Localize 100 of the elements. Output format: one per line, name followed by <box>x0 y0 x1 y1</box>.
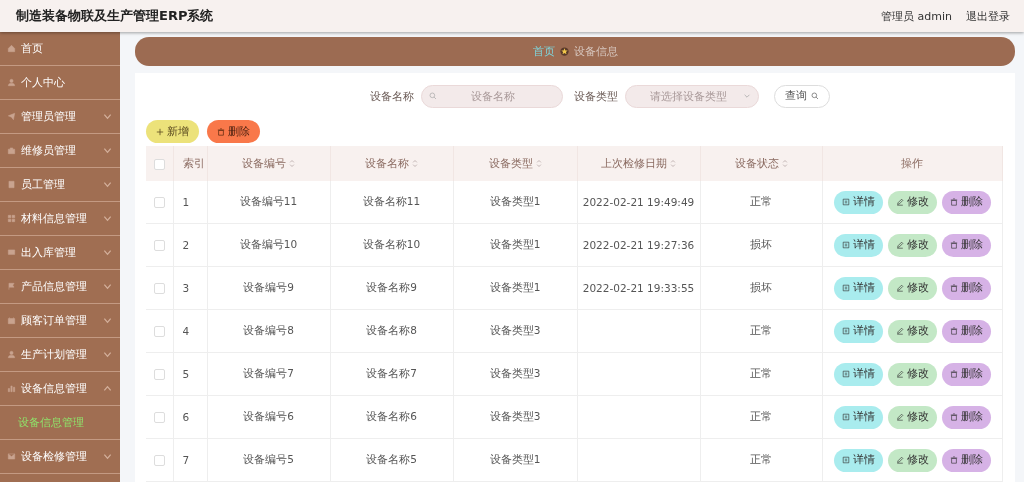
table-cell: 2 <box>182 239 190 251</box>
table-cell: 设备名称11 <box>362 195 421 207</box>
delete-button[interactable]: 删除 <box>941 448 991 472</box>
sort-icon <box>670 159 676 168</box>
sidebar-item[interactable]: 设备检修管理 <box>0 440 120 474</box>
column-header[interactable]: 设备编号 <box>242 156 295 171</box>
row-checkbox[interactable] <box>153 283 165 295</box>
trash-icon <box>949 327 958 335</box>
column-header[interactable]: 设备名称 <box>365 156 418 171</box>
edit-button[interactable]: 修改 <box>887 448 937 472</box>
row-checkbox[interactable] <box>153 240 165 252</box>
field-label: 设备名称 <box>370 88 414 104</box>
row-checkbox[interactable] <box>153 412 165 424</box>
delete-button[interactable]: 删除 <box>941 405 991 429</box>
sidebar-item[interactable]: 个人中心 <box>0 66 120 100</box>
table-cell: 4 <box>182 325 190 337</box>
table-cell: 设备名称7 <box>366 367 417 379</box>
chevron-icon <box>103 282 112 291</box>
table-cell: 2022-02-21 19:49:49 <box>582 196 695 208</box>
table-cell: 设备类型3 <box>489 410 541 422</box>
delete-button[interactable]: 删除 <box>941 276 991 300</box>
row-checkbox[interactable] <box>153 197 165 209</box>
sidebar-item[interactable]: 维修员管理 <box>0 134 120 168</box>
edit-button[interactable]: 修改 <box>887 319 937 343</box>
document-icon <box>841 413 850 421</box>
delete-button[interactable]: 删除 <box>941 190 991 214</box>
table-cell: 1 <box>182 196 190 208</box>
document-icon <box>841 241 850 249</box>
table-cell: 正常 <box>750 324 772 336</box>
details-button[interactable]: 详情 <box>833 448 883 472</box>
sort-icon <box>289 159 295 168</box>
edit-button[interactable]: 修改 <box>887 190 937 214</box>
select-field[interactable]: 请选择设备类型 <box>625 84 759 108</box>
table-cell: 损坏 <box>750 238 772 250</box>
delete-button[interactable]: 删除 <box>941 319 991 343</box>
search-icon <box>429 92 437 100</box>
trash-icon <box>949 413 958 421</box>
sidebar-item[interactable]: 管理员管理 <box>0 100 120 134</box>
trash-icon <box>949 370 958 378</box>
row-checkbox[interactable] <box>153 455 165 467</box>
table-cell: 设备类型1 <box>489 195 541 207</box>
logout-link[interactable]: 退出登录 <box>966 8 1010 24</box>
sidebar-item[interactable]: 首页 <box>0 32 120 66</box>
column-header[interactable]: 设备类型 <box>488 156 542 171</box>
sidebar-item[interactable]: 员工管理 <box>0 168 120 202</box>
chevron-icon <box>103 146 112 155</box>
search-button[interactable]: 查询 <box>774 84 830 108</box>
plus-icon <box>156 127 164 136</box>
table-cell: 设备类型3 <box>489 324 541 336</box>
table-cell: 损坏 <box>750 281 772 293</box>
details-button[interactable]: 详情 <box>833 405 883 429</box>
trash-icon <box>949 284 958 292</box>
table-cell: 设备类型1 <box>489 281 541 293</box>
table-cell: 设备类型1 <box>489 453 541 465</box>
sidebar-item[interactable]: 材料信息管理 <box>0 202 120 236</box>
edit-button[interactable]: 修改 <box>887 362 937 386</box>
chevron-icon <box>103 350 112 359</box>
edit-button[interactable]: 修改 <box>887 276 937 300</box>
document-icon <box>841 327 850 335</box>
sidebar-item[interactable]: 产品信息管理 <box>0 270 120 304</box>
column-header: 索引 <box>182 156 205 171</box>
table-cell: 设备编号7 <box>243 367 294 379</box>
chevron-icon <box>103 112 112 121</box>
delete-button[interactable]: 删除 <box>207 120 260 143</box>
chevron-icon <box>103 316 112 325</box>
select-all-checkbox[interactable] <box>153 158 165 170</box>
edit-button[interactable]: 修改 <box>887 405 937 429</box>
search-field[interactable]: 设备名称 <box>421 84 563 108</box>
row-checkbox[interactable] <box>153 326 165 338</box>
table-cell: 正常 <box>750 453 772 465</box>
delete-button[interactable]: 删除 <box>941 233 991 257</box>
add-button[interactable]: 新增 <box>146 120 199 143</box>
table-cell: 设备编号11 <box>239 195 298 207</box>
edit-button[interactable]: 修改 <box>887 233 937 257</box>
chevron-icon <box>103 180 112 189</box>
details-button[interactable]: 详情 <box>833 190 883 214</box>
sidebar-item[interactable]: 生产计划管理 <box>0 338 120 372</box>
trash-icon <box>949 456 958 464</box>
sidebar-item[interactable]: 顾客订单管理 <box>0 304 120 338</box>
document-icon <box>841 456 850 464</box>
table-cell: 5 <box>182 368 190 380</box>
details-button[interactable]: 详情 <box>833 233 883 257</box>
details-button[interactable]: 详情 <box>833 276 883 300</box>
details-button[interactable]: 详情 <box>833 319 883 343</box>
column-header[interactable]: 设备状态 <box>734 156 788 171</box>
pencil-icon <box>895 413 904 421</box>
field-label: 设备类型 <box>574 88 618 104</box>
delete-button[interactable]: 删除 <box>941 362 991 386</box>
trash-icon <box>949 198 958 206</box>
document-icon <box>841 370 850 378</box>
table-cell: 设备名称9 <box>366 281 417 293</box>
sidebar-item[interactable]: 设备信息管理 <box>0 372 120 406</box>
table-cell: 设备编号10 <box>239 238 298 250</box>
details-button[interactable]: 详情 <box>833 362 883 386</box>
pencil-icon <box>895 327 904 335</box>
row-checkbox[interactable] <box>153 369 165 381</box>
sidebar-item[interactable]: 出入库管理 <box>0 236 120 270</box>
table-cell: 设备名称5 <box>366 453 417 465</box>
table-cell: 7 <box>182 454 190 466</box>
table-cell: 设备编号6 <box>243 410 294 422</box>
